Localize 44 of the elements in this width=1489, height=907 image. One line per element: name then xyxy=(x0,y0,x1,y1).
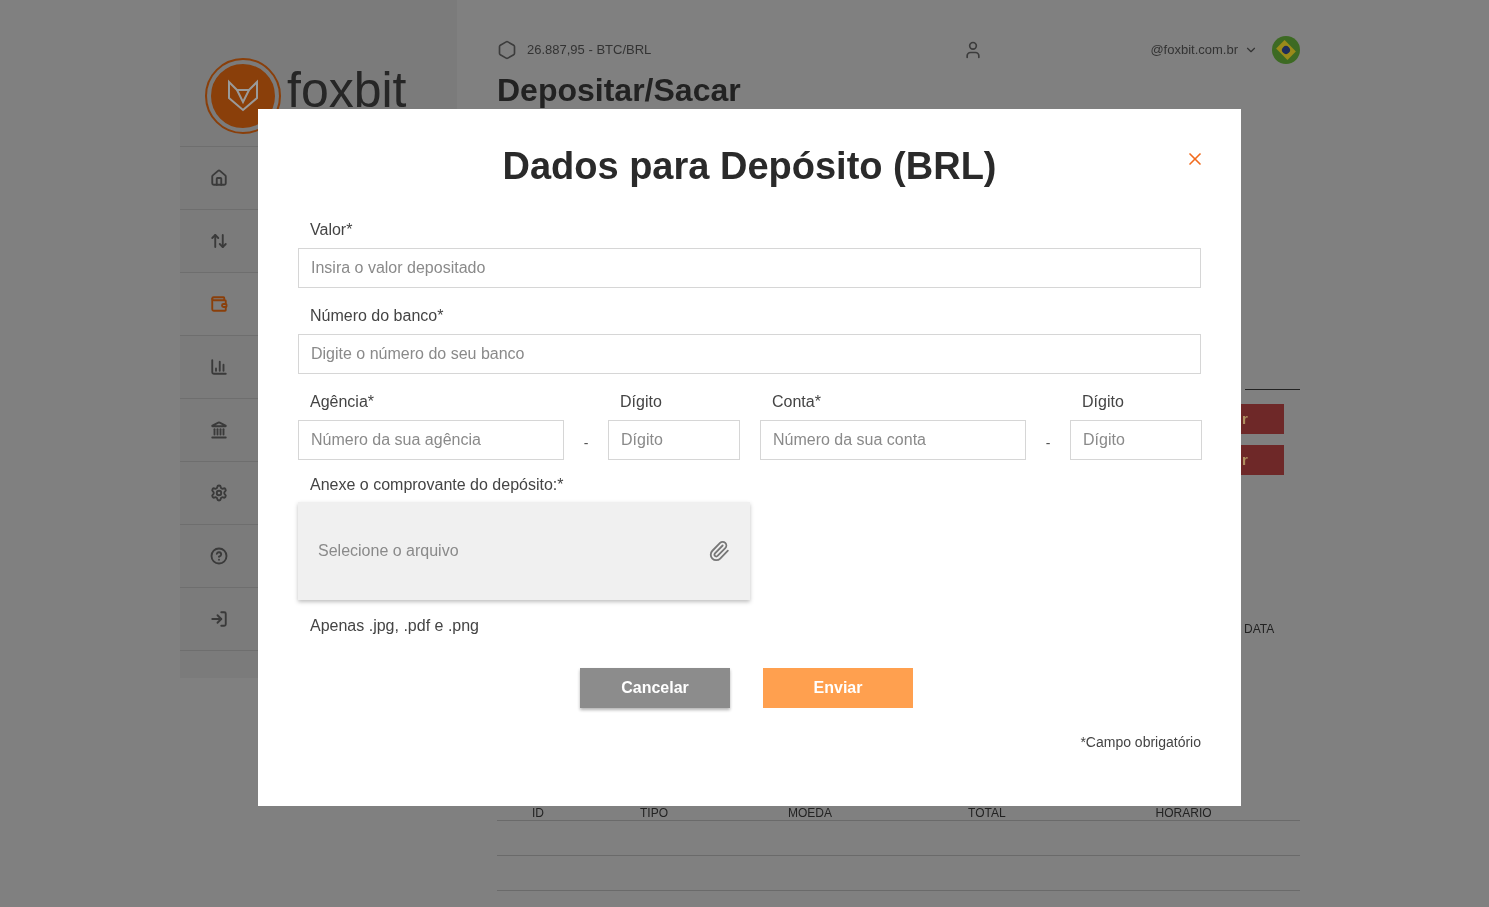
column-header: ID xyxy=(532,807,544,819)
page-title: Depositar/Sacar xyxy=(497,74,742,106)
exchange-icon xyxy=(210,232,228,250)
bank-icon xyxy=(210,421,228,439)
wallet-icon xyxy=(210,295,228,313)
file-type-hint: Apenas .jpg, .pdf e .png xyxy=(309,616,480,636)
input-field[interactable]: Insira o valor depositado xyxy=(298,248,1201,288)
column-header: TIPO xyxy=(640,807,668,819)
separator-dash: - xyxy=(1044,434,1052,453)
dialog-title: Dados para Depósito (BRL) xyxy=(502,144,997,189)
btc-price: 26.887,95 - BTC/BRL xyxy=(527,41,652,60)
logout-icon xyxy=(210,610,228,628)
action-button[interactable]: r xyxy=(1241,445,1284,475)
field-label: Anexe o comprovante do depósito:* xyxy=(309,475,565,495)
column-header: HORARIO xyxy=(1155,807,1212,819)
required-note: *Campo obrigatório xyxy=(1080,733,1201,752)
input-field[interactable]: Número da sua agência xyxy=(298,420,564,460)
field-label: Conta* xyxy=(771,392,822,412)
brazil-flag-icon[interactable] xyxy=(1272,36,1300,64)
field-label: Número do banco* xyxy=(309,306,445,326)
send-button[interactable]: Enviar xyxy=(763,668,913,708)
home-icon xyxy=(210,169,228,187)
field-label: Dígito xyxy=(1081,392,1125,412)
field-label: Agência* xyxy=(309,392,376,412)
field-label: Dígito xyxy=(619,392,663,412)
input-field[interactable]: Dígito xyxy=(608,420,740,460)
paperclip-icon xyxy=(708,540,730,562)
field-label: Valor* xyxy=(309,220,354,240)
fox-logo-icon xyxy=(207,59,279,132)
column-header: TOTAL xyxy=(968,807,1006,819)
column-header: DATA xyxy=(1244,621,1276,638)
report-icon xyxy=(210,358,228,376)
account-email[interactable]: @foxbit.com.br xyxy=(1150,40,1238,60)
input-field[interactable]: Digite o número do seu banco xyxy=(298,334,1201,374)
action-button[interactable]: r xyxy=(1241,404,1284,434)
cancel-button[interactable]: Cancelar xyxy=(580,668,730,708)
input-field[interactable]: Número da sua conta xyxy=(760,420,1026,460)
help-icon xyxy=(210,547,228,565)
input-field[interactable]: Dígito xyxy=(1070,420,1202,460)
settings-icon xyxy=(210,484,228,502)
file-picker[interactable]: Selecione o arquivo xyxy=(298,502,750,600)
logo-text: foxbit xyxy=(287,64,407,115)
separator-dash: - xyxy=(582,434,590,453)
column-header: MOEDA xyxy=(788,807,833,819)
